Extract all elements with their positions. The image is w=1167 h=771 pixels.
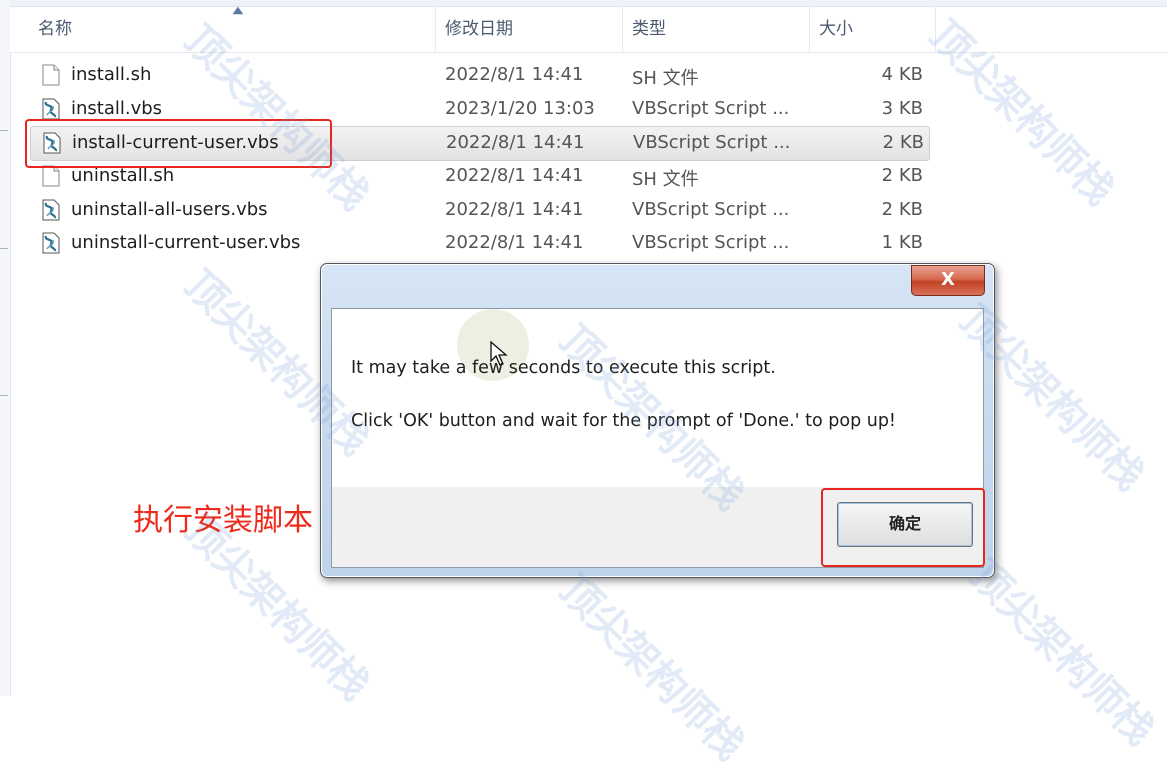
header-top-edge — [10, 0, 1167, 7]
file-date: 2022/8/1 14:41 — [445, 64, 584, 85]
column-separator[interactable] — [435, 6, 436, 52]
file-date: 2022/8/1 14:41 — [445, 199, 584, 220]
vbscript-file-icon — [42, 98, 60, 120]
column-header-size[interactable]: 大小 — [819, 14, 853, 39]
highlight-box-selected-file — [25, 119, 332, 168]
file-list-header: ▲ 名称 修改日期 类型 大小 — [10, 0, 1167, 53]
column-header-type[interactable]: 类型 — [632, 14, 666, 39]
file-type: VBScript Script ... — [632, 232, 790, 253]
dialog-message-line-1: It may take a few seconds to execute thi… — [351, 358, 776, 378]
vbscript-file-icon — [42, 199, 60, 221]
dialog-message-area: It may take a few seconds to execute thi… — [332, 309, 983, 487]
file-size: 4 KB — [881, 64, 923, 85]
close-icon: X — [941, 269, 955, 290]
file-name: uninstall-all-users.vbs — [71, 199, 268, 220]
strip-tick — [0, 130, 8, 131]
file-type: VBScript Script ... — [632, 199, 790, 220]
strip-tick — [0, 248, 8, 249]
file-name: install.sh — [71, 64, 152, 85]
strip-tick — [0, 395, 8, 396]
text-file-icon — [42, 165, 60, 187]
file-row-install-sh[interactable]: install.sh 2022/8/1 14:41 SH 文件 4 KB — [30, 59, 928, 92]
watermark: 顶尖架构师栈 — [550, 567, 753, 770]
file-name: uninstall.sh — [71, 165, 175, 186]
left-navigation-strip — [0, 0, 11, 696]
file-name: uninstall-current-user.vbs — [71, 232, 301, 253]
vbscript-file-icon — [42, 232, 60, 254]
column-separator[interactable] — [809, 6, 810, 52]
file-row-uninstall-all-users-vbs[interactable]: uninstall-all-users.vbs 2022/8/1 14:41 V… — [30, 194, 928, 227]
file-size: 2 KB — [882, 132, 924, 153]
file-date: 2022/8/1 14:41 — [445, 232, 584, 253]
column-separator[interactable] — [935, 6, 936, 52]
file-date: 2022/8/1 14:41 — [446, 132, 585, 153]
column-separator[interactable] — [622, 6, 623, 52]
highlight-box-ok-button — [821, 488, 985, 567]
dialog-close-button[interactable]: X — [911, 265, 985, 296]
file-date: 2023/1/20 13:03 — [445, 98, 595, 119]
file-name: install.vbs — [71, 98, 163, 119]
file-size: 1 KB — [881, 232, 923, 253]
file-size: 2 KB — [881, 165, 923, 186]
file-type: VBScript Script ... — [633, 132, 791, 153]
file-size: 2 KB — [881, 199, 923, 220]
file-row-uninstall-current-user-vbs[interactable]: uninstall-current-user.vbs 2022/8/1 14:4… — [30, 227, 928, 260]
column-header-date-modified[interactable]: 修改日期 — [445, 14, 513, 39]
sort-ascending-icon: ▲ — [232, 5, 244, 16]
column-header-name[interactable]: 名称 — [38, 14, 72, 39]
file-type: SH 文件 — [632, 169, 699, 190]
file-date: 2022/8/1 14:41 — [445, 165, 584, 186]
dialog-message-line-2: Click 'OK' button and wait for the promp… — [351, 411, 896, 431]
text-file-icon — [42, 64, 60, 86]
annotation-label: 执行安装脚本 — [133, 503, 313, 538]
file-type: SH 文件 — [632, 68, 699, 89]
file-type: VBScript Script ... — [632, 98, 790, 119]
file-size: 3 KB — [881, 98, 923, 119]
